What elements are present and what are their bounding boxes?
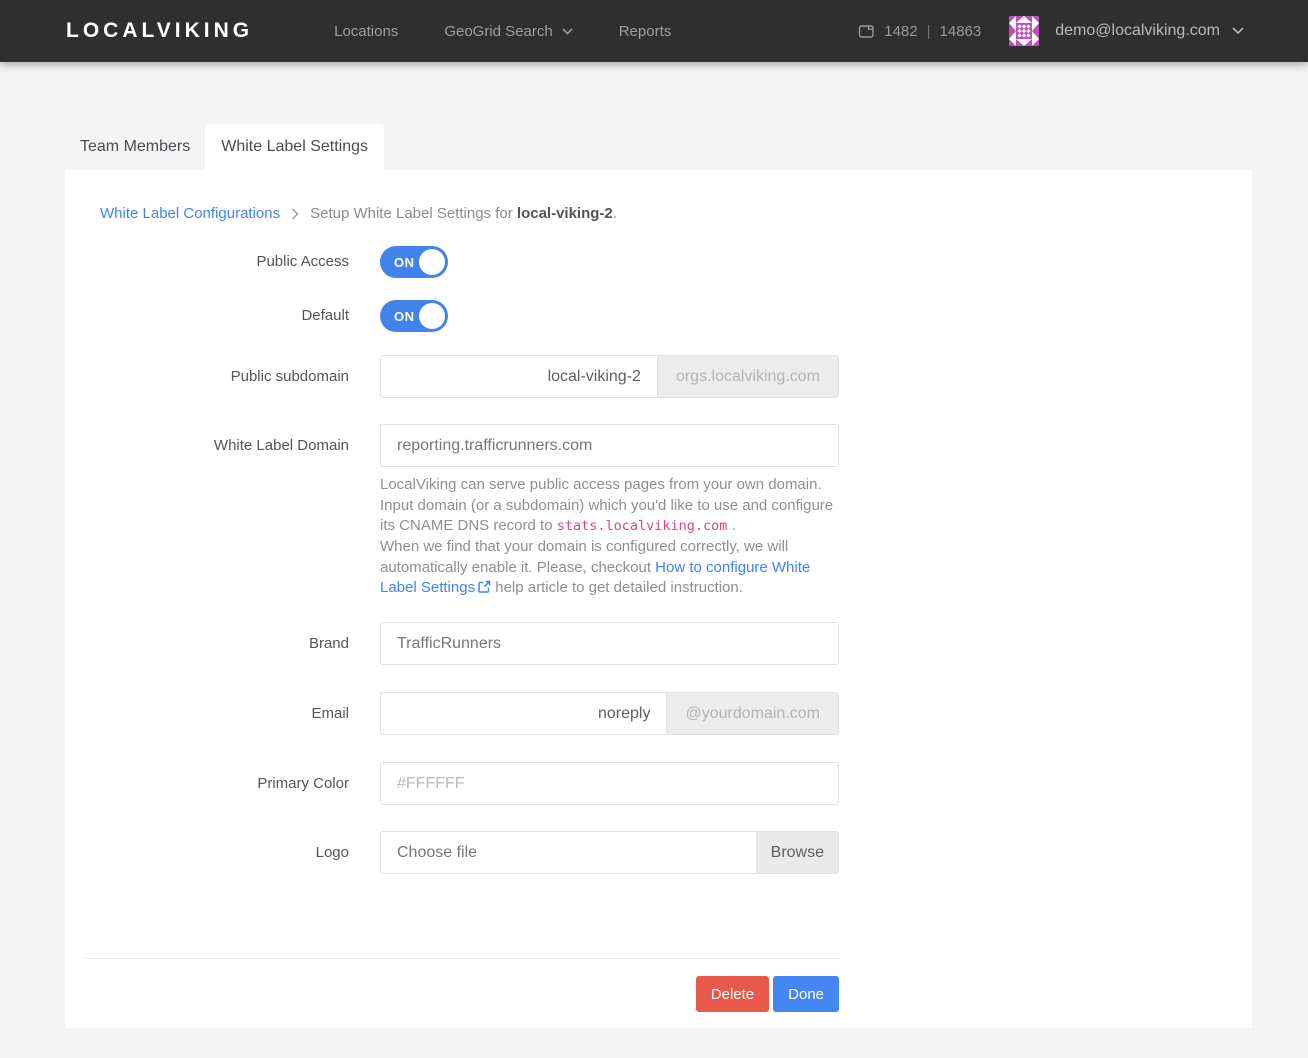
- chevron-down-icon[interactable]: [1232, 27, 1244, 35]
- chevron-down-icon: [562, 28, 573, 35]
- wallet-icon: [858, 23, 875, 39]
- user-email[interactable]: demo@localviking.com: [1055, 22, 1220, 40]
- default-toggle[interactable]: ON: [380, 300, 448, 332]
- white-label-domain-row: White Label Domain LocalViking can serve…: [85, 424, 839, 600]
- footer-divider: [85, 958, 839, 959]
- main-nav: Locations GeoGrid Search Reports: [311, 15, 694, 48]
- navbar-right: 1482 | 14863: [858, 16, 1244, 46]
- default-row: Default ON: [85, 300, 839, 332]
- avatar[interactable]: [1009, 16, 1039, 46]
- delete-button[interactable]: Delete: [696, 976, 769, 1012]
- public-subdomain-input[interactable]: [380, 355, 658, 398]
- brand-row: Brand: [85, 622, 839, 665]
- white-label-settings-panel: White Label Configurations Setup White L…: [65, 170, 1252, 1028]
- primary-color-row: Primary Color: [85, 762, 839, 805]
- primary-color-label: Primary Color: [85, 762, 349, 805]
- white-label-domain-label: White Label Domain: [85, 424, 349, 600]
- public-access-label: Public Access: [85, 246, 349, 278]
- localviking-logo[interactable]: LOCALVIKING: [66, 19, 253, 43]
- credit-divider: |: [927, 23, 931, 40]
- logo-file-input[interactable]: Choose file Browse: [380, 831, 839, 874]
- email-label: Email: [85, 692, 349, 735]
- email-row: Email @yourdomain.com: [85, 692, 839, 735]
- credit-count-primary: 1482: [884, 23, 917, 40]
- nav-item-reports[interactable]: Reports: [596, 15, 695, 48]
- settings-tabs: Team Members White Label Settings: [65, 124, 1308, 170]
- logo-row: Logo Choose file Browse: [85, 831, 839, 874]
- email-local-part-input[interactable]: [380, 692, 667, 735]
- nav-item-label: Locations: [334, 23, 398, 40]
- white-label-domain-input[interactable]: [380, 424, 839, 467]
- public-subdomain-label: Public subdomain: [85, 355, 349, 398]
- toggle-knob: [419, 249, 445, 275]
- external-link-icon: [478, 579, 491, 600]
- public-access-row: Public Access ON: [85, 246, 839, 278]
- file-chosen-text: Choose file: [381, 832, 756, 873]
- brand-label: Brand: [85, 622, 349, 665]
- toggle-state-label: ON: [394, 255, 415, 270]
- credit-count-secondary: 14863: [940, 23, 982, 40]
- cname-target-code: stats.localviking.com: [557, 518, 728, 534]
- breadcrumb-current: Setup White Label Settings for local-vik…: [310, 205, 617, 222]
- primary-color-input[interactable]: [380, 762, 839, 805]
- nav-item-label: GeoGrid Search: [444, 23, 552, 40]
- public-access-toggle[interactable]: ON: [380, 246, 448, 278]
- nav-item-geogrid-search[interactable]: GeoGrid Search: [421, 15, 595, 48]
- breadcrumb-link-configurations[interactable]: White Label Configurations: [100, 205, 280, 222]
- done-button[interactable]: Done: [773, 976, 839, 1012]
- toggle-knob: [419, 303, 445, 329]
- breadcrumb-entity-name: local-viking-2: [517, 205, 613, 222]
- logo-label: Logo: [85, 831, 349, 874]
- tab-team-members[interactable]: Team Members: [65, 124, 205, 170]
- nav-item-locations[interactable]: Locations: [311, 15, 421, 48]
- browse-button[interactable]: Browse: [756, 832, 838, 873]
- credits-counter: 1482 | 14863: [858, 23, 981, 40]
- white-label-domain-help: LocalViking can serve public access page…: [380, 475, 839, 600]
- chevron-right-icon: [291, 208, 299, 220]
- subdomain-suffix-addon: orgs.localviking.com: [658, 355, 839, 398]
- public-subdomain-row: Public subdomain orgs.localviking.com: [85, 355, 839, 398]
- breadcrumb: White Label Configurations Setup White L…: [100, 205, 839, 222]
- default-label: Default: [85, 300, 349, 332]
- nav-item-label: Reports: [619, 23, 672, 40]
- toggle-state-label: ON: [394, 309, 415, 324]
- top-navbar: LOCALVIKING Locations GeoGrid Search Rep…: [0, 0, 1308, 62]
- tab-white-label-settings[interactable]: White Label Settings: [205, 124, 384, 170]
- email-domain-addon: @yourdomain.com: [667, 692, 839, 735]
- brand-input[interactable]: [380, 622, 839, 665]
- footer-actions: Delete Done: [85, 976, 839, 1012]
